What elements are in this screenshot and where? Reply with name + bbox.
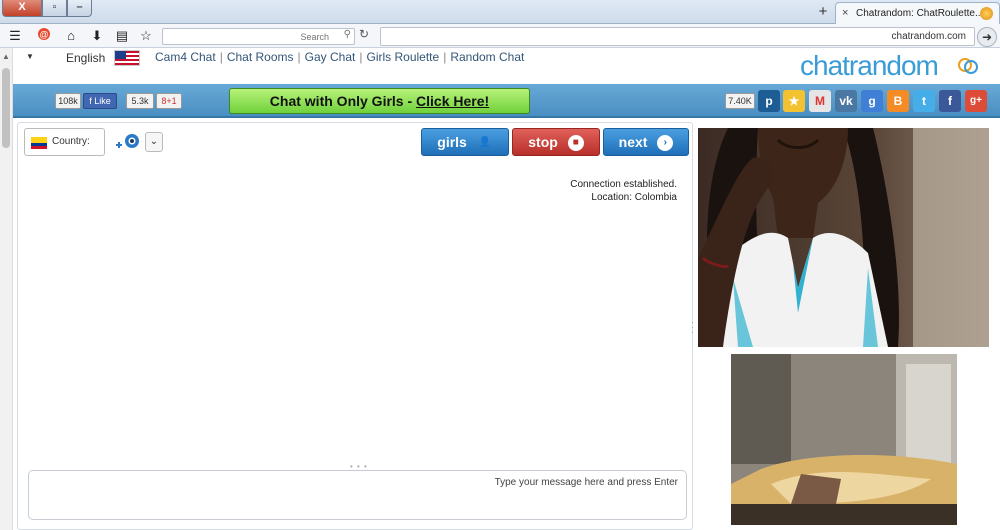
chevron-down-icon[interactable]: ⌄ [145, 132, 163, 152]
url-bar[interactable]: chatrandom.com [380, 27, 975, 46]
top-nav-links: Cam4 Chat | Chat Rooms | Gay Chat | Girls Roul… [155, 50, 525, 64]
scrollbar[interactable]: ▲ [0, 48, 13, 530]
addon-icon[interactable]: @ [35, 27, 53, 45]
search-box[interactable]: ⚲ [162, 28, 355, 45]
scroll-thumb[interactable] [2, 68, 10, 148]
social-count: 7.40K [725, 93, 755, 109]
reload-icon[interactable]: ↻ [359, 27, 369, 41]
pinterest-icon[interactable]: p [758, 90, 780, 112]
colombia-flag-icon [31, 137, 47, 149]
chat-with-girls-promo-button[interactable]: Chat with Only Girls - Click Here! [229, 88, 530, 114]
person-icon: 👤 [478, 137, 491, 149]
stop-icon: ■ [567, 135, 584, 152]
stop-label: stop [528, 134, 558, 150]
country-selector[interactable]: Country: [24, 128, 105, 156]
status-connection: Connection established. [570, 179, 677, 190]
browser-titlebar: X ▫ – + × Chatrandom: ChatRoulette... [0, 0, 1000, 24]
search-icon: ⚲ [343, 29, 351, 40]
google-plus-one-button[interactable]: 8+1 [156, 93, 182, 109]
search-input[interactable] [163, 29, 333, 44]
promo-text: Chat with Only Girls - [269, 93, 417, 109]
chat-bubbles-logo-icon [958, 58, 978, 74]
url-text: chatrandom.com [891, 31, 966, 42]
language-dropdown-icon[interactable]: ▼ [26, 52, 34, 61]
plus-count: 5.3k [126, 93, 154, 109]
menu-icon[interactable]: ☰ [6, 27, 24, 45]
self-video [731, 354, 957, 525]
svg-text:@: @ [39, 30, 48, 40]
site-logo[interactable]: chatrandom [800, 50, 939, 82]
google-icon[interactable]: g [861, 90, 883, 112]
bookmark-star-icon[interactable]: ☆ [137, 27, 155, 45]
status-location: Location: Colombia [591, 192, 677, 203]
back-arrow-icon[interactable]: ➜ [977, 27, 997, 47]
twitter-icon[interactable]: t [913, 90, 935, 112]
browser-navbar: ☰ @ ⌂ ⬇ ▤ ☆ ⚲ ↻ chatrandom.com [0, 24, 1000, 48]
google-plus-icon[interactable]: g+ [965, 90, 987, 112]
facebook-icon[interactable]: f [939, 90, 961, 112]
nav-link-random-chat[interactable]: Random Chat [450, 50, 524, 64]
site-header: ▼ English Cam4 Chat | Chat Rooms | Gay Chat |… [13, 48, 1000, 84]
girls-button[interactable]: girls 👤 [421, 128, 509, 156]
country-label: Country: [52, 136, 90, 147]
like-count: 108k [55, 93, 81, 109]
window-maximize-button[interactable]: ▫ [42, 0, 67, 17]
nav-link-chat-rooms[interactable]: Chat Rooms [227, 50, 294, 64]
facebook-like-button[interactable]: f Like [83, 93, 117, 109]
nav-link-cam4-chat[interactable]: Cam4 Chat [155, 50, 216, 64]
webcam-icon[interactable] [114, 131, 142, 153]
blogger-icon[interactable]: B [887, 90, 909, 112]
language-selector[interactable]: English [66, 51, 105, 65]
next-button[interactable]: next › [603, 128, 689, 156]
stop-button[interactable]: stop ■ [512, 128, 600, 156]
panel-splitter[interactable]: · · · [691, 318, 694, 337]
new-tab-button[interactable]: + [813, 3, 833, 20]
reading-list-icon[interactable]: ▤ [113, 27, 131, 45]
favorite-star-icon[interactable]: ★ [783, 90, 805, 112]
social-bar: 108k f Like 5.3k 8+1 Chat with Only Girl… [13, 84, 1000, 118]
tab-favicon-icon [980, 7, 993, 20]
scroll-up-icon[interactable]: ▲ [2, 52, 10, 61]
message-input[interactable] [28, 470, 687, 520]
browser-tab[interactable]: × Chatrandom: ChatRoulette... [835, 2, 1000, 24]
us-flag-icon[interactable] [114, 50, 140, 66]
next-label: next [618, 134, 648, 150]
gmail-icon[interactable]: M [809, 90, 831, 112]
stranger-video [698, 128, 989, 347]
arrow-icon: › [657, 135, 674, 152]
tab-close-icon[interactable]: × [842, 7, 848, 19]
like-label: Like [94, 96, 111, 106]
home-icon[interactable]: ⌂ [62, 27, 80, 45]
tab-title: Chatrandom: ChatRoulette... [856, 8, 984, 19]
nav-link-gay-chat[interactable]: Gay Chat [305, 50, 356, 64]
window-minimize-button[interactable]: – [67, 0, 92, 17]
nav-link-girls-roulette[interactable]: Girls Roulette [366, 50, 439, 64]
girls-label: girls [437, 134, 467, 150]
download-icon[interactable]: ⬇ [88, 27, 106, 45]
promo-link[interactable]: Click Here! [416, 93, 489, 109]
window-close-button[interactable]: X [2, 0, 42, 17]
vk-icon[interactable]: vk [835, 90, 857, 112]
